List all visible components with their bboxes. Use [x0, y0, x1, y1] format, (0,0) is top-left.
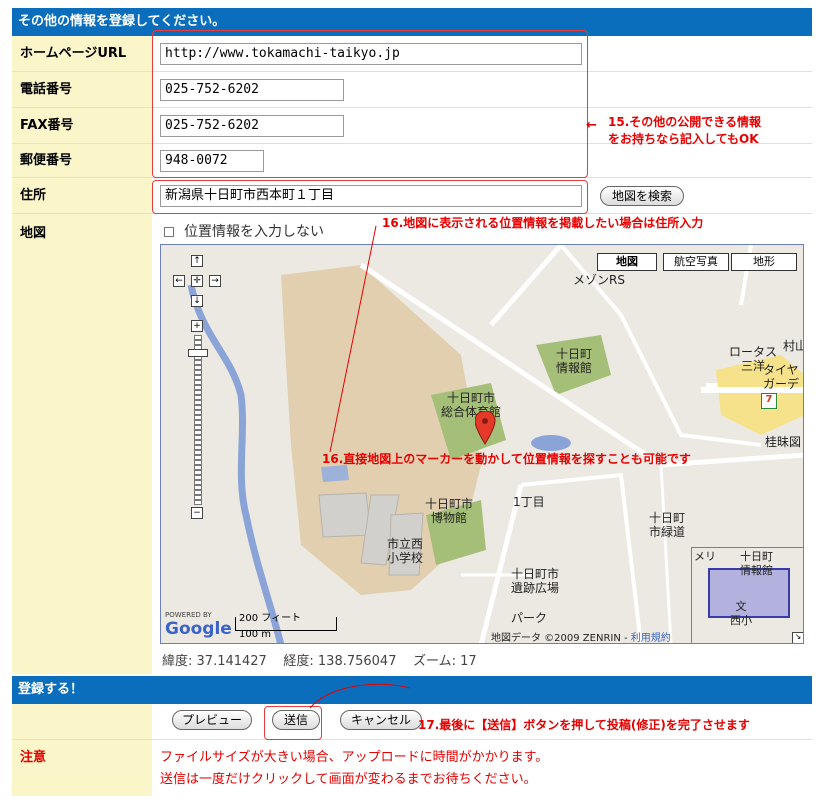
annotation-lines	[309, 225, 411, 709]
